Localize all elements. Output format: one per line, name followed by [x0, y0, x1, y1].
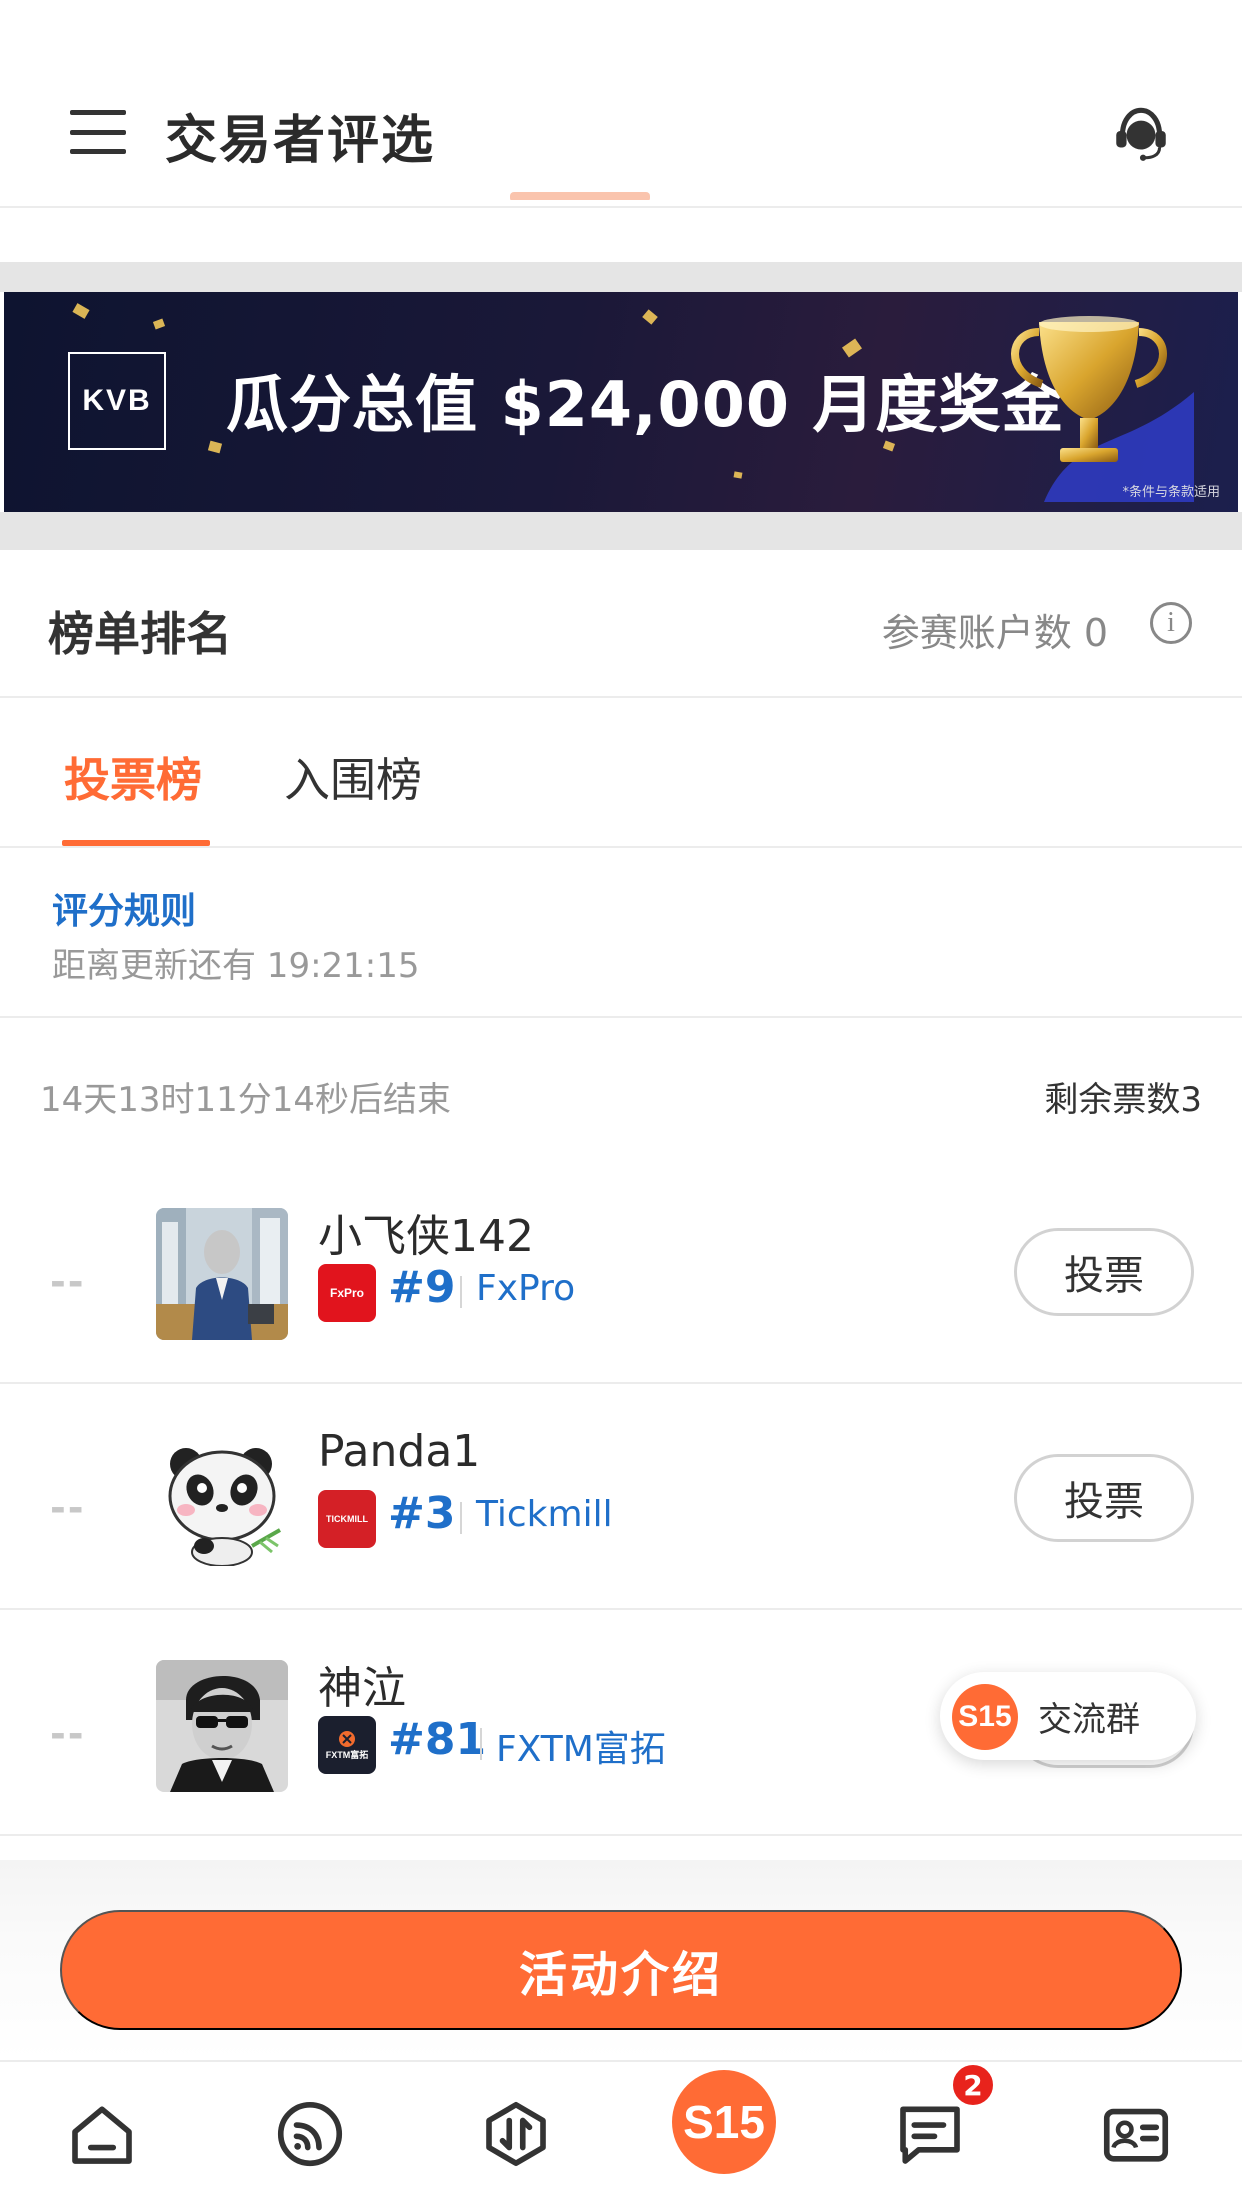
vote-button[interactable]: 投票 — [1014, 1228, 1194, 1316]
list-meta: 14天13时11分14秒后结束 剩余票数3 — [0, 1020, 1242, 1150]
fxtm-badge-text: FXTM富拓 — [325, 1749, 369, 1760]
avatar[interactable] — [156, 1434, 288, 1566]
event-intro-button[interactable]: 活动介绍 — [60, 1910, 1182, 2030]
promo-banner[interactable]: KVB 瓜分总值 $24,000 月度奖金 *条件与条款适用 — [4, 292, 1238, 512]
customer-service-icon[interactable] — [1108, 100, 1174, 166]
terms-note: *条件与条款适用 — [1122, 485, 1220, 500]
scoring-rules-link[interactable]: 评分规则 — [52, 882, 196, 934]
tab-vote-board[interactable]: 投票榜 — [64, 744, 202, 810]
broker-name[interactable]: Tickmill — [476, 1494, 613, 1535]
chat-chip-label: 交流群 — [1038, 1700, 1140, 1740]
confetti — [642, 309, 658, 325]
remaining-votes: 剩余票数3 — [1044, 1080, 1202, 1120]
message-count-badge: 2 — [950, 2062, 996, 2108]
s15-logo-icon: S15 — [952, 1684, 1018, 1750]
trader-name: 小飞侠142 — [318, 1211, 534, 1262]
separator — [460, 1276, 462, 1308]
profile-card-icon[interactable] — [1086, 2084, 1186, 2184]
participant-count: 参赛账户数 0 — [881, 611, 1108, 655]
info-icon[interactable]: i — [1150, 602, 1192, 644]
ranking-title: 榜单排名 — [48, 607, 232, 661]
trade-icon[interactable] — [466, 2084, 566, 2184]
fxtm-logo-icon — [339, 1730, 355, 1747]
feed-icon[interactable] — [260, 2084, 360, 2184]
kvb-logo: KVB — [68, 352, 166, 450]
bottom-tab-bar: S15 2 — [0, 2060, 1242, 2208]
end-time: 14天13时11分14秒后结束 — [40, 1080, 452, 1120]
broker-name[interactable]: FXTM富拓 — [496, 1720, 666, 1772]
active-tab-indicator — [62, 840, 210, 846]
rank-number: -- — [50, 1712, 86, 1756]
vote-button[interactable]: 投票 — [1014, 1454, 1194, 1542]
page-title: 交易者评选 — [165, 111, 436, 171]
tab-finalist-board[interactable]: 入围榜 — [284, 744, 422, 810]
separator — [480, 1728, 482, 1760]
trader-name: Panda1 — [318, 1426, 481, 1477]
confetti — [733, 471, 743, 479]
rank-number: -- — [50, 1486, 86, 1530]
banner-headline: 瓜分总值 $24,000 月度奖金 — [226, 368, 1065, 441]
update-countdown: 距离更新还有 19:21:15 — [52, 946, 420, 986]
section-divider — [0, 512, 1242, 550]
app-header: 交易者评选 — [0, 58, 1242, 208]
community-chat-button[interactable]: S15 交流群 — [940, 1672, 1196, 1760]
fxtm-badge: FXTM富拓 — [318, 1716, 376, 1774]
separator — [460, 1502, 462, 1534]
trader-name: 神泣 — [318, 1663, 406, 1714]
section-divider — [0, 262, 1242, 292]
avatar[interactable] — [156, 1208, 288, 1340]
s15-icon[interactable]: S15 — [672, 2070, 776, 2174]
broker-rank: #9 — [388, 1262, 456, 1313]
broker-name[interactable]: FxPro — [476, 1268, 575, 1309]
confetti — [152, 318, 166, 330]
ranking-header: 榜单排名 参赛账户数 0 i — [0, 550, 1242, 698]
scrolled-content-peek — [510, 186, 710, 200]
fxpro-badge: FxPro — [318, 1264, 376, 1322]
trader-row[interactable]: -- 小飞侠142 FxPro #9 FxPro 投票 — [0, 1160, 1242, 1384]
confetti — [207, 440, 223, 454]
confetti — [72, 303, 90, 319]
rules-section: 评分规则 距离更新还有 19:21:15 — [0, 848, 1242, 1018]
home-icon[interactable] — [52, 2084, 152, 2184]
tickmill-badge: TICKMILL — [318, 1490, 376, 1548]
rank-number: -- — [50, 1260, 86, 1304]
broker-rank: #81 — [388, 1714, 487, 1765]
trader-row[interactable]: -- Panda1 TICKMILL #3 Tickmill 投票 — [0, 1386, 1242, 1610]
menu-icon[interactable] — [70, 110, 126, 154]
trophy-icon — [1011, 316, 1194, 502]
avatar[interactable] — [156, 1660, 288, 1792]
ranking-tabs: 投票榜 入围榜 — [0, 700, 1242, 848]
broker-rank: #3 — [388, 1488, 456, 1539]
